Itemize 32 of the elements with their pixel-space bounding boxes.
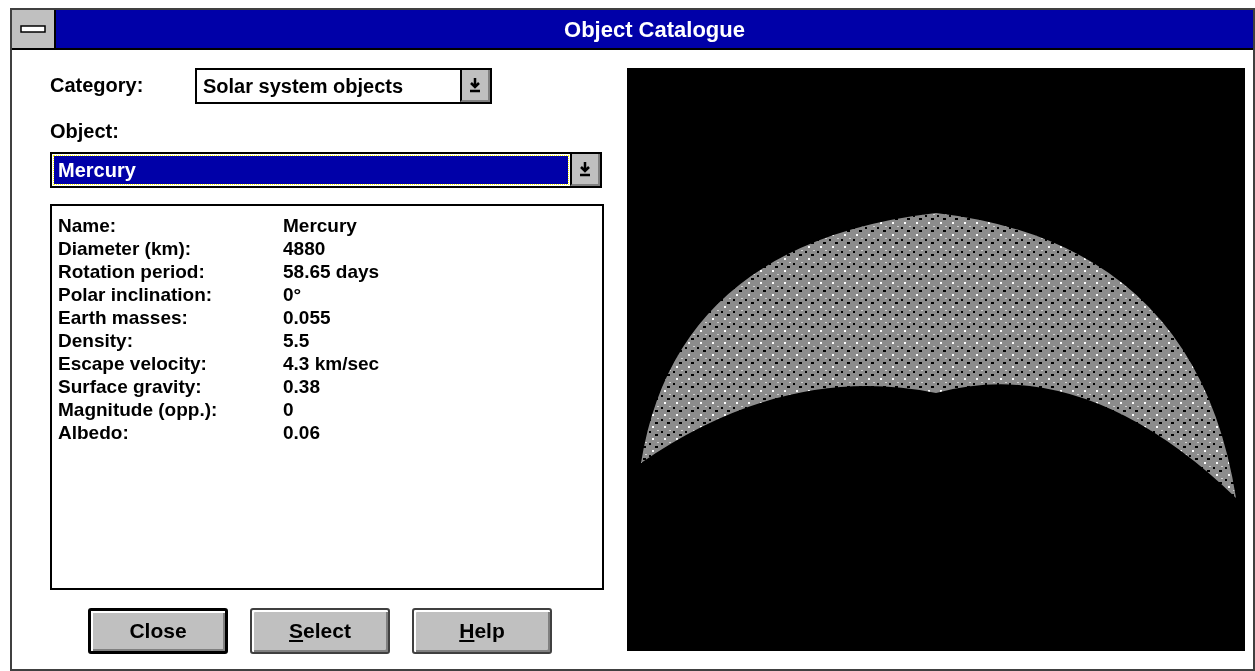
detail-value: Mercury [283,214,357,237]
detail-value: 4880 [283,237,326,260]
detail-value: 4.3 km/sec [283,352,380,375]
dialog-button[interactable]: Select [250,608,390,654]
minus-icon [20,25,46,33]
object-label: Object: [50,119,120,144]
detail-label: Density: [58,329,134,352]
dialog-button[interactable]: Help [412,608,552,654]
detail-label: Earth masses: [58,306,189,329]
category-dropdown[interactable]: Solar system objects [195,68,492,104]
detail-label: Escape velocity: [58,352,208,375]
detail-label: Rotation period: [58,260,206,283]
down-arrow-icon [579,161,591,177]
category-label: Category: [50,73,145,98]
detail-value: 58.65 days [283,260,380,283]
detail-value: 0.055 [283,306,331,329]
dialog-button[interactable]: Close [88,608,228,654]
detail-label: Name: [58,214,118,237]
detail-value: 0° [283,283,302,306]
object-dropdown[interactable]: Mercury [50,152,602,188]
down-arrow-icon [469,77,481,93]
detail-label: Polar inclination: [58,283,214,306]
system-menu-button[interactable] [12,10,56,48]
detail-value: 5.5 [283,329,310,352]
detail-value: 0.06 [283,421,320,444]
detail-label: Surface gravity: [58,375,203,398]
detail-value: 0.38 [283,375,320,398]
detail-value: 0 [283,398,294,421]
detail-label: Albedo: [58,421,130,444]
detail-label: Magnitude (opp.): [58,398,219,421]
window-title: Object Catalogue [564,15,745,44]
detail-label: Diameter (km): [58,237,193,260]
